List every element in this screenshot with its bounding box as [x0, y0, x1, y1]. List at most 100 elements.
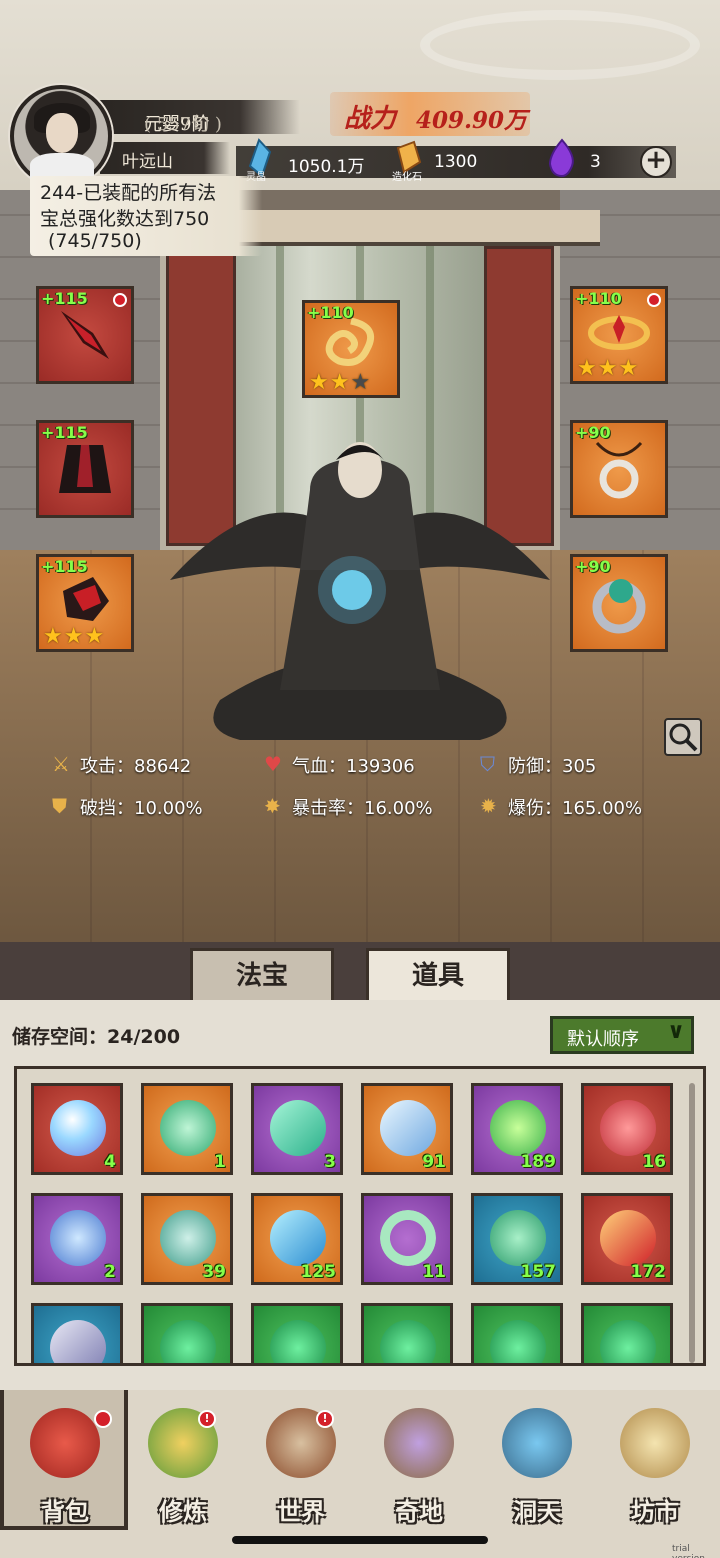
- item-count: 125: [300, 1262, 337, 1282]
- green-emblem-icon: [600, 1320, 656, 1363]
- inventory-item[interactable]: [361, 1303, 453, 1363]
- equip-slot-weapon[interactable]: +115: [36, 286, 134, 384]
- item-count: 39: [202, 1262, 226, 1282]
- item-count: 1: [214, 1152, 226, 1172]
- combat-power: 战力 409.90万: [330, 92, 530, 136]
- bag-icon: [30, 1408, 100, 1478]
- star-rating: ★★★: [577, 356, 640, 381]
- bottom-nav: 背包 修炼! 世界! 奇地 洞天 坊市: [0, 1390, 720, 1558]
- inventory-item[interactable]: [31, 1303, 123, 1363]
- heart-icon: ♥: [264, 752, 282, 776]
- nav-item-4[interactable]: 洞天: [482, 1400, 592, 1530]
- portal-icon: [502, 1408, 572, 1478]
- green-emblem-icon: [160, 1320, 216, 1363]
- home-indicator[interactable]: [232, 1536, 488, 1544]
- ice-crystal-icon: [380, 1100, 436, 1156]
- star-rating: ★★★: [309, 370, 372, 395]
- add-resource-button[interactable]: +: [640, 146, 672, 178]
- nav-label: 奇地: [395, 1497, 443, 1526]
- sort-order-dropdown[interactable]: 默认顺序 ∨: [550, 1016, 694, 1054]
- item-count: 16: [642, 1152, 666, 1172]
- shield-icon: ⛉: [480, 752, 495, 776]
- green-crystal-icon: [270, 1100, 326, 1156]
- golden-circlet-icon: [588, 315, 650, 350]
- notification-dot: [113, 293, 127, 307]
- tab-treasure[interactable]: 法宝: [190, 948, 334, 1002]
- star-rating: ★★★: [43, 624, 106, 649]
- inventory-grid[interactable]: 4 1 3 91 189 16 2 39 125 11 157 172: [14, 1066, 706, 1366]
- inventory-item[interactable]: [581, 1303, 673, 1363]
- inventory-item[interactable]: [251, 1303, 343, 1363]
- nav-label: 洞天: [513, 1497, 561, 1526]
- inventory-item[interactable]: 91: [361, 1083, 453, 1175]
- realm-label: 元婴9阶 ( 557旬 ): [100, 100, 300, 135]
- nav-item-1[interactable]: 修炼!: [128, 1400, 238, 1530]
- inventory-item[interactable]: 39: [141, 1193, 233, 1285]
- item-count: 189: [520, 1152, 557, 1172]
- nav-item-3[interactable]: 奇地: [364, 1400, 474, 1530]
- meditating-character: [170, 442, 550, 740]
- inventory-item[interactable]: 4: [31, 1083, 123, 1175]
- tab-items[interactable]: 道具: [366, 948, 510, 1002]
- notification-badge: !: [198, 1410, 216, 1428]
- inventory-item[interactable]: 11: [361, 1193, 453, 1285]
- equip-slot-ring[interactable]: +90: [570, 554, 668, 652]
- player-name: 叶远山: [100, 142, 230, 174]
- tab-band: [0, 942, 720, 1000]
- inventory-item[interactable]: 3: [251, 1083, 343, 1175]
- inventory-item[interactable]: 157: [471, 1193, 563, 1285]
- inventory-item[interactable]: [141, 1303, 233, 1363]
- cultivation-room-scene: +115 +110 ★★★ +110 ★★★ +115 +90 +115 ★★★…: [0, 190, 720, 942]
- red-boots-icon: [63, 577, 109, 621]
- notification-badge: !: [316, 1410, 334, 1428]
- equip-slot-crown[interactable]: +110 ★★★: [570, 286, 668, 384]
- jade-dragon-icon: [490, 1210, 546, 1266]
- inventory-item[interactable]: 125: [251, 1193, 343, 1285]
- nav-label: 世界: [277, 1497, 325, 1526]
- notification-dot: [647, 293, 661, 307]
- scrollbar[interactable]: [689, 1083, 695, 1363]
- crit-damage-icon: ✹: [480, 794, 497, 818]
- sword-icon: ⚔: [52, 752, 70, 776]
- purple-flame-icon: [548, 138, 574, 178]
- nav-item-0[interactable]: 背包: [10, 1400, 120, 1530]
- notification-badge: [94, 1410, 112, 1428]
- nav-item-5[interactable]: 坊市: [600, 1400, 710, 1530]
- lightning-orb-icon: [490, 1100, 546, 1156]
- equip-slot-talisman[interactable]: +110 ★★★: [302, 300, 400, 398]
- jade-swirl-icon: [160, 1100, 216, 1156]
- resource-bar: 灵晶 1050.1万 造化石 1300 3: [236, 138, 676, 183]
- nav-label: 背包: [41, 1497, 89, 1526]
- jade-ring-icon: [380, 1210, 436, 1266]
- inventory-item[interactable]: 189: [471, 1083, 563, 1175]
- blue-orb-icon: [50, 1100, 106, 1156]
- item-count: 157: [520, 1262, 557, 1282]
- quest-tracker[interactable]: 244-已装配的所有法 宝总强化数达到750 (745/750): [30, 176, 262, 256]
- item-count: 3: [324, 1152, 336, 1172]
- broken-shield-icon: ⛊: [52, 794, 67, 818]
- nav-item-2[interactable]: 世界!: [246, 1400, 356, 1530]
- inventory-item[interactable]: 172: [581, 1193, 673, 1285]
- item-count: 91: [422, 1152, 446, 1172]
- blue-crystal-icon: [270, 1210, 326, 1266]
- silver-scroll-icon: [50, 1320, 106, 1363]
- crit-burst-icon: ✸: [264, 794, 281, 818]
- shield-orb-icon: [600, 1100, 656, 1156]
- inventory-item[interactable]: 16: [581, 1083, 673, 1175]
- cloud-decoration: [420, 10, 700, 80]
- player-avatar[interactable]: [10, 85, 112, 187]
- equip-slot-robe[interactable]: +115: [36, 420, 134, 518]
- equip-slot-boots[interactable]: +115 ★★★: [36, 554, 134, 652]
- character-stats: ⚔ 攻击：88642 ♥ 气血：139306 ⛉ 防御：305 ⛊ 破挡：10.…: [52, 752, 643, 819]
- inventory-item[interactable]: [471, 1303, 563, 1363]
- storage-capacity: 储存空间：24/200: [12, 1026, 181, 1048]
- inventory-item[interactable]: 2: [31, 1193, 123, 1285]
- dark-robe-icon: [59, 445, 111, 493]
- inventory-item[interactable]: 1: [141, 1083, 233, 1175]
- green-emblem-icon: [490, 1320, 546, 1363]
- nav-label: 坊市: [631, 1497, 679, 1526]
- jade-ring-icon: [592, 579, 646, 634]
- equip-slot-necklace[interactable]: +90: [570, 420, 668, 518]
- item-count: 11: [422, 1262, 446, 1282]
- item-count: 4: [104, 1152, 116, 1172]
